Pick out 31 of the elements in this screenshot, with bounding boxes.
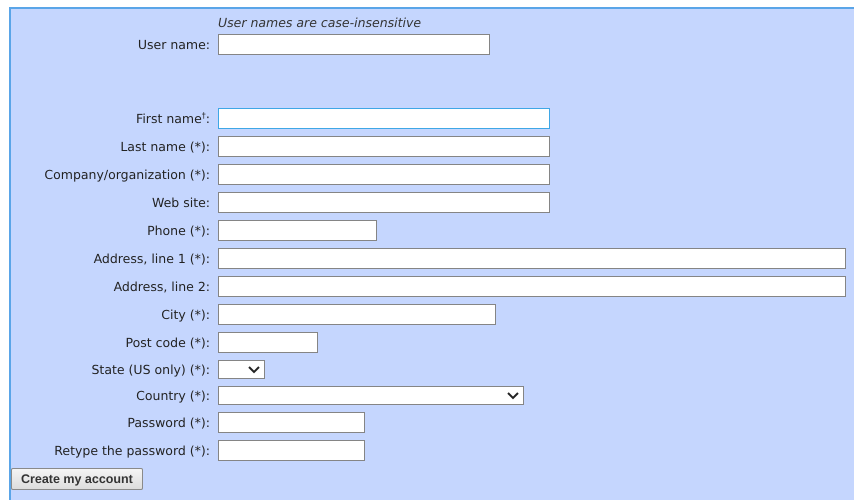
password-field[interactable] [218,440,365,461]
input-field[interactable] [218,304,496,325]
field-label: Company/organization (*): [43,167,210,182]
field-label: First name$^{†}$: [135,110,210,126]
field-label: User name: [136,37,210,52]
chevron-down-icon [248,366,260,374]
create-account-button[interactable]: Create my account [11,468,143,490]
field-label: Last name (*): [119,139,210,154]
input-field[interactable] [218,164,550,185]
input-field[interactable] [218,34,490,55]
field-label: City (*): [160,307,210,322]
field-label: Retype the password (*): [53,443,210,458]
field-label: Country (*): [135,388,210,403]
input-field[interactable] [218,220,377,241]
field-label: State (US only) (*): [90,362,210,377]
field-label: Password (*): [126,415,210,430]
password-field[interactable] [218,412,365,433]
field-label: Address, line 1 (*): [92,251,210,266]
field-label: Address, line 2: [112,279,210,294]
dropdown[interactable] [218,360,265,379]
input-field[interactable] [218,276,846,297]
hint-text: User names are case-insensitive [218,15,422,30]
input-field[interactable] [218,332,318,353]
field-label: Web site: [150,195,210,210]
input-field[interactable] [218,192,550,213]
input-field[interactable] [218,136,550,157]
field-label: Post code (*): [124,335,210,350]
field-label: Phone (*): [146,223,210,238]
input-field[interactable] [218,108,550,129]
chevron-down-icon [507,392,519,400]
input-field[interactable] [218,248,846,269]
